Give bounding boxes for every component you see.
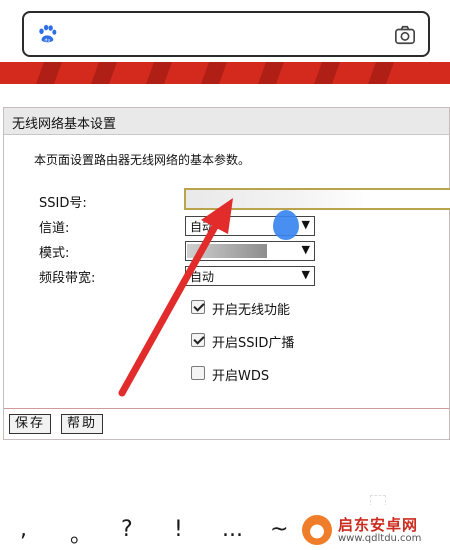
bandwidth-select[interactable]: 自动 ▼: [185, 266, 315, 286]
watermark-logo-icon: [302, 515, 332, 545]
svg-text:du: du: [45, 37, 51, 43]
wds-checkbox[interactable]: [191, 366, 205, 380]
ssid-broadcast-label: 开启SSID广播: [212, 336, 295, 351]
chevron-down-icon: ▼: [301, 243, 310, 256]
ssid-label: SSID号:: [39, 196, 87, 211]
ssid-input[interactable]: [184, 188, 450, 210]
panel-description: 本页面设置路由器无线网络的基本参数。: [34, 153, 251, 167]
touch-marker: [273, 210, 299, 240]
panel-header: 无线网络基本设置: [4, 108, 449, 135]
punct-exclaim-key[interactable]: !: [174, 517, 183, 542]
channel-label: 信道:: [39, 221, 70, 236]
punct-tilde-key[interactable]: ~: [270, 517, 288, 542]
wireless-settings-panel: 无线网络基本设置 本页面设置路由器无线网络的基本参数。 SSID号: 信道: 自…: [3, 107, 450, 440]
save-button[interactable]: 保存: [9, 414, 52, 434]
blurred-value: [187, 244, 267, 258]
channel-select-value: 自动: [190, 220, 215, 234]
wds-label: 开启WDS: [212, 369, 270, 384]
search-bar[interactable]: du: [22, 11, 430, 57]
button-bar: 保存 帮助: [4, 408, 449, 440]
punct-ellipsis-key[interactable]: ...: [222, 517, 243, 542]
paw-icon[interactable]: du: [36, 23, 58, 45]
watermark-url: www.qdltdu.com: [338, 533, 422, 544]
camera-icon[interactable]: [394, 24, 416, 46]
red-banner: [0, 62, 450, 84]
search-input[interactable]: [70, 23, 374, 47]
watermark: 启东安卓网 www.qdltdu.com: [302, 513, 442, 545]
punct-comma-key[interactable]: ,: [20, 517, 27, 542]
punct-period-key[interactable]: 。: [70, 517, 92, 549]
panel-title: 无线网络基本设置: [12, 117, 117, 132]
watermark-title: 启东安卓网: [338, 516, 419, 534]
keyboard-punctuation-row: , 。 ? ! ... ~ 启东安卓网 www.qdltdu.com: [0, 505, 450, 550]
mode-label: 模式:: [39, 246, 70, 261]
enable-wireless-label: 开启无线功能: [212, 303, 291, 318]
browser-top-area: du: [0, 0, 450, 100]
punct-question-key[interactable]: ?: [121, 517, 133, 542]
bandwidth-select-value: 自动: [190, 270, 215, 284]
bandwidth-label: 频段带宽:: [39, 271, 96, 286]
help-button[interactable]: 帮助: [61, 414, 104, 434]
mode-select[interactable]: ▼: [185, 241, 315, 261]
chevron-down-icon: ▼: [301, 268, 310, 281]
ssid-broadcast-checkbox[interactable]: [191, 333, 205, 347]
chevron-down-icon: ▼: [301, 218, 310, 231]
enable-wireless-checkbox[interactable]: [191, 300, 205, 314]
